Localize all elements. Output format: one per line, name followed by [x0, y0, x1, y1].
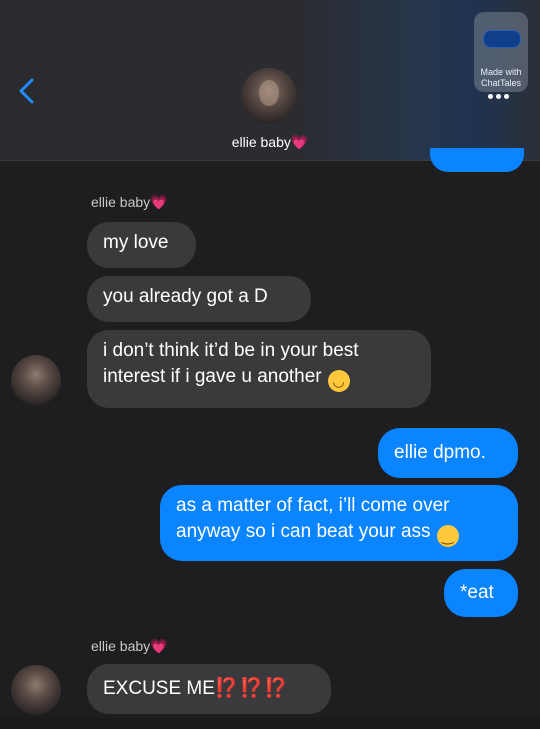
chat-header: ellie baby💗 Made with ChatTales	[0, 0, 540, 161]
contact-avatar[interactable]	[241, 68, 297, 124]
message-bubble-outgoing[interactable]: ellie dpmo.	[378, 428, 518, 478]
sender-label: ellie baby💗	[91, 194, 168, 210]
chattales-watermark: Made with ChatTales	[474, 12, 528, 92]
bottom-edge	[0, 718, 540, 729]
exclamation-question-icon: ⁉️⁉️⁉️	[214, 678, 289, 699]
message-bubble-incoming[interactable]: my love	[87, 222, 196, 268]
contact-avatar-small[interactable]	[11, 665, 61, 715]
ellipsis-icon[interactable]	[488, 86, 518, 99]
heart-icon: 💗	[290, 134, 309, 150]
message-bubble-incoming[interactable]: i don’t think it’d be in your best inter…	[87, 330, 431, 408]
heart-icon: 💗	[150, 638, 168, 654]
contact-avatar-small[interactable]	[11, 355, 61, 405]
upside-down-face-emoji: ◡	[327, 370, 350, 392]
chat-bubble-icon	[483, 30, 521, 48]
sender-label: ellie baby💗	[91, 638, 168, 654]
chevron-left-icon[interactable]	[14, 76, 42, 106]
message-bubble-outgoing[interactable]: *eat	[444, 569, 518, 617]
message-bubble-outgoing-partial	[430, 148, 524, 172]
heart-icon: 💗	[150, 194, 168, 210]
hugging-face-emoji: ‿	[436, 525, 459, 547]
message-bubble-incoming[interactable]: you already got a D	[87, 276, 311, 322]
message-bubble-outgoing[interactable]: as a matter of fact, i’ll come over anyw…	[160, 485, 518, 561]
message-bubble-incoming[interactable]: EXCUSE ME⁉️⁉️⁉️	[87, 664, 331, 714]
